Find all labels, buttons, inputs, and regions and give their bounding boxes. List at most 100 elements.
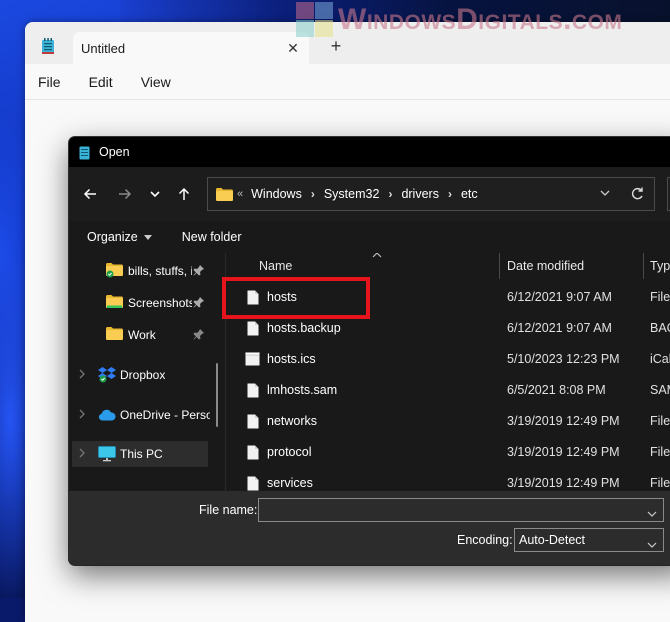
file-date: 3/19/2019 12:49 PM bbox=[507, 445, 620, 459]
file-name: networks bbox=[267, 414, 318, 428]
file-list: Name Date modified Typ hosts 6/12/2021 9… bbox=[226, 253, 670, 491]
chevron-right-icon[interactable] bbox=[79, 448, 85, 458]
breadcrumb-drivers[interactable]: drivers bbox=[401, 187, 439, 201]
arrow-right-icon bbox=[119, 188, 132, 200]
file-row[interactable]: services 3/19/2019 12:49 PM File bbox=[226, 468, 670, 491]
encoding-select[interactable]: Auto-Detect bbox=[514, 528, 664, 552]
file-name-input[interactable] bbox=[258, 498, 664, 522]
file-name: hosts.backup bbox=[267, 321, 341, 335]
folder-icon bbox=[216, 187, 233, 201]
file-name: hosts.ics bbox=[267, 352, 316, 366]
nav-item-onedrive[interactable]: OneDrive - Perso bbox=[69, 402, 210, 428]
nav-item-work[interactable]: Work bbox=[69, 322, 219, 348]
file-type: File bbox=[650, 445, 670, 459]
dialog-titlebar: Open bbox=[69, 137, 670, 167]
column-type[interactable]: Typ bbox=[650, 259, 670, 273]
tab-untitled[interactable]: Untitled ✕ bbox=[73, 32, 309, 64]
folder-synced-icon bbox=[106, 263, 123, 278]
address-bar[interactable]: « Windows › System32 › drivers › etc bbox=[207, 177, 655, 211]
notepad-tab-bar: Untitled ✕ + bbox=[25, 22, 670, 64]
caret-down-icon bbox=[143, 235, 152, 240]
file-name: hosts bbox=[267, 290, 297, 304]
nav-item-dropbox[interactable]: Dropbox bbox=[69, 362, 209, 388]
organize-label: Organize bbox=[87, 230, 138, 244]
tab-title: Untitled bbox=[81, 40, 126, 56]
file-row[interactable]: lmhosts.sam 6/5/2021 8:08 PM SAM bbox=[226, 375, 670, 406]
navigation-pane: bills, stuffs, i Screenshots Work Dropbo… bbox=[69, 253, 221, 491]
encoding-value: Auto-Detect bbox=[519, 533, 586, 547]
file-row[interactable]: hosts.backup 6/12/2021 9:07 AM BAC bbox=[226, 313, 670, 344]
file-row[interactable]: hosts 6/12/2021 9:07 AM File bbox=[226, 282, 670, 313]
sort-ascending-icon bbox=[372, 253, 382, 258]
nav-item-bills[interactable]: bills, stuffs, i bbox=[69, 258, 219, 284]
breadcrumb-overflow[interactable]: « bbox=[237, 188, 243, 200]
navigation-bar: « Windows › System32 › drivers › etc bbox=[69, 167, 670, 221]
file-row[interactable]: protocol 3/19/2019 12:49 PM File bbox=[226, 437, 670, 468]
address-history-dropdown[interactable] bbox=[600, 186, 610, 205]
nav-item-this-pc[interactable]: This PC bbox=[72, 441, 208, 467]
pin-icon bbox=[193, 265, 204, 276]
this-pc-icon bbox=[98, 446, 116, 462]
close-tab-icon[interactable]: ✕ bbox=[281, 40, 305, 57]
notepad-app-icon bbox=[42, 38, 54, 54]
new-folder-button[interactable]: New folder bbox=[182, 230, 242, 244]
notepad-menubar: File Edit View bbox=[25, 64, 670, 100]
organize-button[interactable]: Organize bbox=[87, 230, 152, 244]
file-icon bbox=[247, 476, 259, 491]
file-name-dropdown[interactable] bbox=[647, 504, 657, 522]
notepad-app-icon bbox=[79, 146, 90, 159]
recent-locations-button[interactable] bbox=[144, 183, 166, 205]
pin-icon bbox=[193, 329, 204, 340]
column-date-modified[interactable]: Date modified bbox=[507, 259, 584, 273]
refresh-button[interactable] bbox=[630, 186, 644, 207]
chevron-right-icon[interactable] bbox=[79, 409, 85, 419]
breadcrumb-etc[interactable]: etc bbox=[461, 187, 478, 201]
arrow-up-icon bbox=[178, 187, 190, 200]
nav-label: This PC bbox=[120, 447, 163, 461]
breadcrumb-separator-icon[interactable]: › bbox=[388, 187, 392, 201]
file-name: services bbox=[267, 476, 313, 490]
file-row[interactable]: hosts.ics 5/10/2023 12:23 PM iCal bbox=[226, 344, 670, 375]
dropbox-icon bbox=[98, 367, 116, 383]
breadcrumb-separator-icon[interactable]: › bbox=[311, 187, 315, 201]
new-tab-button[interactable]: + bbox=[325, 36, 347, 57]
menu-edit[interactable]: Edit bbox=[89, 74, 113, 90]
pin-icon bbox=[193, 297, 204, 308]
column-name[interactable]: Name bbox=[259, 259, 292, 273]
calendar-file-icon bbox=[245, 352, 260, 366]
folder-icon bbox=[106, 327, 123, 340]
nav-pane-scrollbar[interactable] bbox=[216, 363, 218, 427]
file-name: lmhosts.sam bbox=[267, 383, 338, 397]
breadcrumb-system32[interactable]: System32 bbox=[324, 187, 380, 201]
breadcrumb-separator-icon[interactable]: › bbox=[448, 187, 452, 201]
column-separator[interactable] bbox=[499, 253, 500, 279]
forward-button[interactable] bbox=[114, 183, 136, 205]
refresh-icon bbox=[631, 187, 643, 200]
onedrive-icon bbox=[98, 409, 116, 421]
file-type: File bbox=[650, 290, 670, 304]
column-headers: Name Date modified Typ bbox=[226, 253, 670, 281]
column-separator[interactable] bbox=[643, 253, 644, 279]
dialog-footer: File name: Encoding: Auto-Detect bbox=[69, 491, 670, 565]
nav-item-screenshots[interactable]: Screenshots bbox=[69, 290, 219, 316]
chevron-down-icon bbox=[150, 191, 160, 197]
file-row[interactable]: networks 3/19/2019 12:49 PM File bbox=[226, 406, 670, 437]
nav-label: OneDrive - Perso bbox=[120, 408, 210, 422]
breadcrumb-windows[interactable]: Windows bbox=[251, 187, 302, 201]
menu-file[interactable]: File bbox=[38, 74, 61, 90]
file-date: 6/12/2021 9:07 AM bbox=[507, 290, 612, 304]
chevron-down-icon bbox=[647, 542, 657, 548]
file-type: File bbox=[650, 476, 670, 490]
chevron-right-icon[interactable] bbox=[79, 369, 85, 379]
menu-view[interactable]: View bbox=[141, 74, 171, 90]
file-type: BAC bbox=[650, 321, 670, 335]
up-button[interactable] bbox=[173, 183, 195, 205]
file-date: 3/19/2019 12:49 PM bbox=[507, 476, 620, 490]
back-button[interactable] bbox=[79, 183, 101, 205]
nav-label: bills, stuffs, i bbox=[128, 264, 192, 278]
file-date: 6/12/2021 9:07 AM bbox=[507, 321, 612, 335]
folder-icon bbox=[106, 295, 123, 308]
nav-label: Screenshots bbox=[128, 296, 192, 310]
file-icon bbox=[247, 414, 259, 429]
dialog-body: bills, stuffs, i Screenshots Work Dropbo… bbox=[69, 253, 670, 491]
